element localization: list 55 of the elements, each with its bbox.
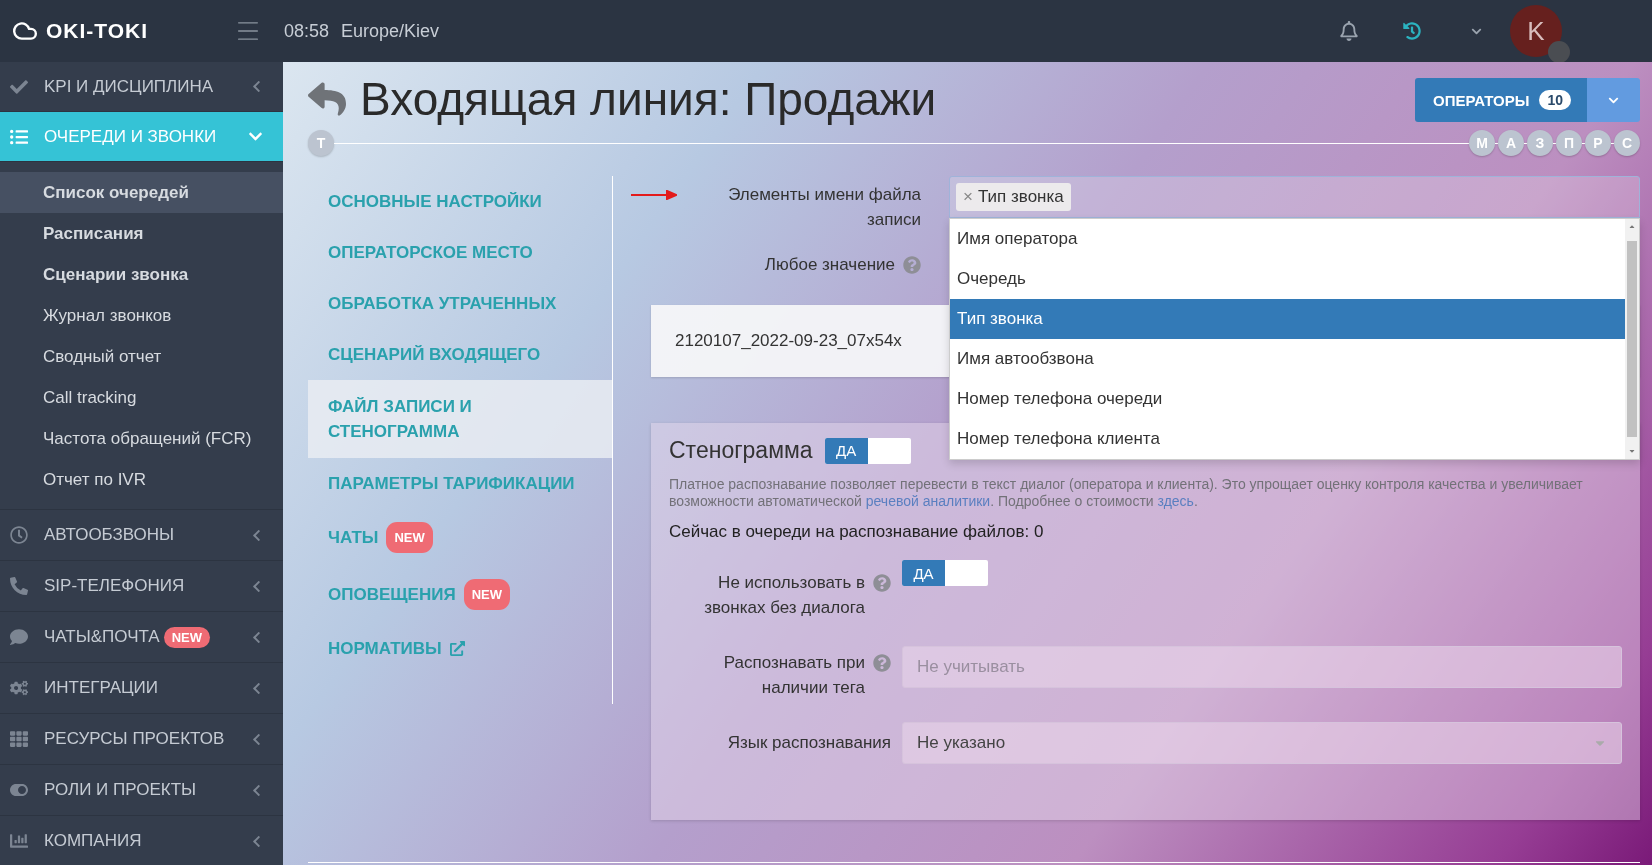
status-dot — [1548, 41, 1570, 63]
chevron-left-icon — [250, 579, 263, 593]
operators-count: 10 — [1539, 90, 1571, 110]
timezone: Europe/Kiev — [341, 20, 440, 42]
chevron-left-icon — [250, 80, 263, 93]
toggle-icon — [10, 781, 28, 799]
scroll-down-icon[interactable] — [1628, 447, 1636, 455]
check-icon — [10, 77, 28, 96]
bell-icon[interactable] — [1339, 21, 1359, 41]
chevron-left-icon — [250, 732, 263, 746]
multi-select-field[interactable]: × Тип звонка — [949, 176, 1640, 218]
dropdown-option[interactable]: Тип звонка — [950, 299, 1625, 339]
chevron-left-icon — [250, 681, 263, 695]
page-title: Входящая линия: Продажи — [360, 72, 937, 126]
field-label: Элементы имени файла записи — [727, 184, 921, 231]
new-badge: NEW — [463, 579, 510, 610]
new-badge: NEW — [163, 626, 210, 648]
logo-text: OKI-TOKI — [46, 19, 149, 43]
clock-icon — [10, 526, 28, 544]
field-label: Распознавать при наличии тега — [722, 652, 865, 699]
card-title: Стенограмма — [669, 437, 813, 464]
chevron-left-icon — [250, 783, 263, 797]
dropdown-option[interactable]: Номер телефона клиента — [950, 419, 1625, 459]
chevron-left-icon — [250, 630, 263, 644]
chat-bubble-icon — [10, 628, 28, 646]
sidebar-section[interactable]: РЕСУРСЫ ПРОЕКТОВ — [0, 714, 283, 765]
phone-icon — [10, 577, 28, 595]
clock-time: 08:58 — [284, 20, 330, 42]
sidebar-item[interactable]: Список очередей — [0, 172, 283, 213]
queue-status: Сейчас в очереди на распознавание файлов: 0 — [669, 522, 1045, 542]
gears-icon — [10, 679, 28, 697]
sidebar-section[interactable]: ЧАТЫ&ПОЧТА NEW — [0, 612, 283, 663]
chevron-left-icon — [250, 528, 263, 542]
chevron-left-icon — [250, 834, 263, 848]
bar-chart-icon — [10, 832, 28, 850]
arrow-icon — [631, 190, 677, 200]
tag-input[interactable]: Не учитывать — [902, 646, 1622, 688]
history-icon[interactable] — [1403, 22, 1421, 40]
field-label: Не использовать в звонках без диалога — [703, 572, 865, 619]
selected-tag[interactable]: × Тип звонка — [956, 183, 1071, 211]
grid-icon — [10, 730, 28, 748]
yes-toggle[interactable]: ДА — [902, 560, 988, 586]
scrollbar[interactable] — [1625, 219, 1639, 459]
dropdown-option[interactable]: Имя оператора — [950, 219, 1625, 259]
scroll-up-icon[interactable] — [1628, 223, 1636, 231]
operators-button[interactable]: ОПЕРАТОРЫ 10 — [1415, 78, 1587, 122]
field-label: Любое значение — [764, 254, 895, 276]
description-text: Платное распознавание позволяет перевести в текст диалог (оператора и клиента). Это упрощает оценку контроля качества и увеличивает возможности автоматической речевой аналитики. Подробнее о стоимости здесь. — [669, 476, 1584, 510]
back-icon[interactable] — [308, 80, 346, 118]
list-icon — [10, 127, 28, 146]
language-select[interactable]: Не указано — [902, 722, 1622, 764]
field-label: Язык распознавания — [727, 732, 891, 754]
yes-toggle[interactable]: ДА — [824, 437, 911, 464]
new-badge: NEW — [386, 522, 433, 553]
user-avatar[interactable]: K — [1510, 5, 1562, 57]
